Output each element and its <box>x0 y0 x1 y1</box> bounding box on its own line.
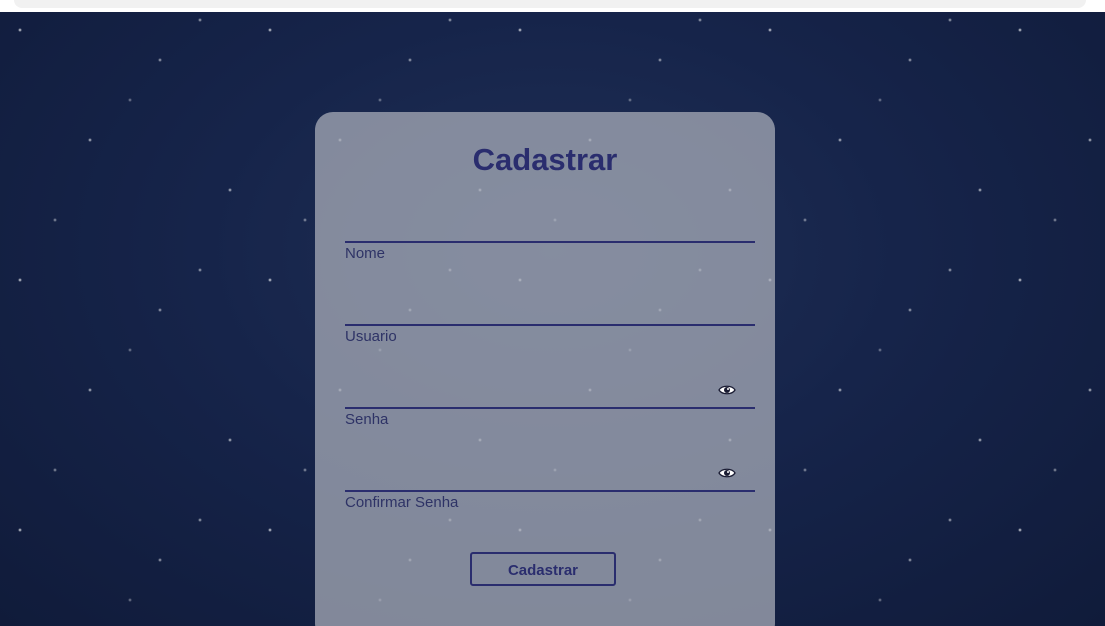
password-field[interactable] <box>345 389 755 409</box>
form-title: Cadastrar <box>472 142 618 177</box>
browser-top-strip <box>0 0 1105 12</box>
confirm-password-field[interactable] <box>345 472 755 492</box>
name-underline <box>345 241 755 243</box>
register-button[interactable]: Cadastrar <box>470 552 616 586</box>
username-label: Usuario <box>345 328 397 345</box>
browser-top-strip-inner <box>14 0 1086 8</box>
eye-icon[interactable] <box>718 383 736 397</box>
name-field[interactable] <box>345 223 755 243</box>
username-underline <box>345 324 755 326</box>
password-underline <box>345 407 755 409</box>
username-field[interactable] <box>345 306 755 326</box>
register-card <box>315 112 775 626</box>
password-input[interactable] <box>345 389 709 409</box>
confirm-password-underline <box>345 490 755 492</box>
username-input[interactable] <box>345 306 709 326</box>
password-label: Senha <box>345 411 389 428</box>
name-label: Nome <box>345 245 386 262</box>
confirm-password-input[interactable] <box>345 472 709 492</box>
eye-icon[interactable] <box>718 466 736 480</box>
confirm-password-label: Confirmar Senha <box>345 494 459 511</box>
name-input[interactable] <box>345 223 709 243</box>
